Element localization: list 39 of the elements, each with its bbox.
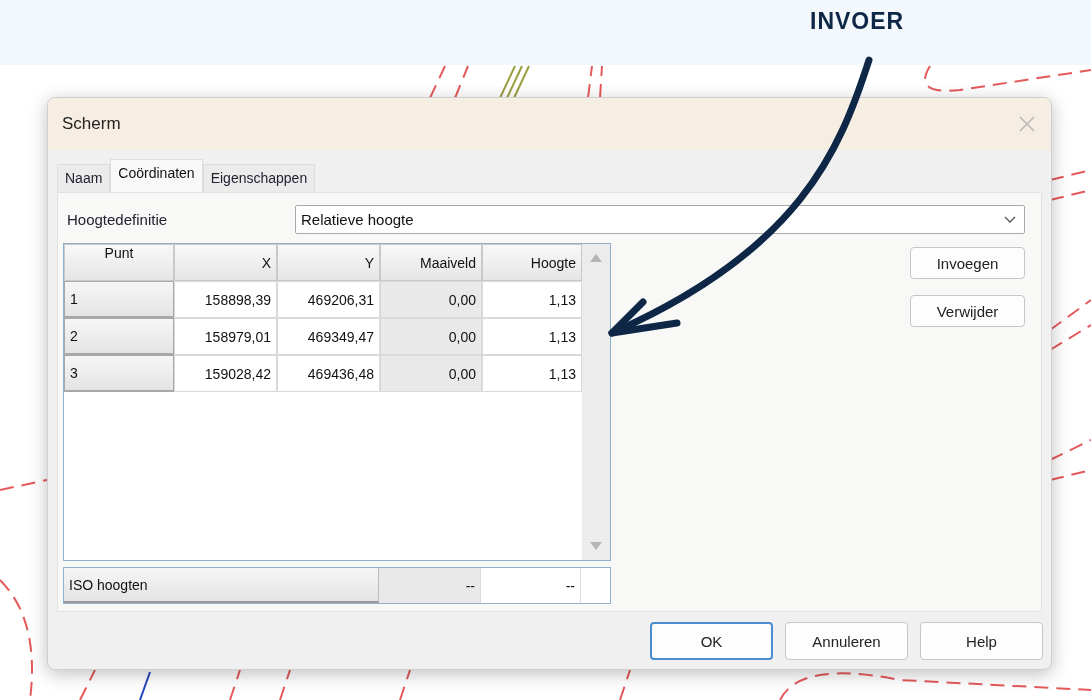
table-cell: 1,13 bbox=[482, 318, 582, 355]
side-button[interactable]: Verwijder bbox=[910, 295, 1025, 327]
dialog-button[interactable]: Help bbox=[920, 622, 1043, 660]
scrollbar[interactable] bbox=[582, 244, 610, 560]
dialog-button[interactable]: Annuleren bbox=[785, 622, 908, 660]
column-header[interactable]: X bbox=[174, 244, 277, 281]
table-cell: 0,00 bbox=[380, 281, 482, 318]
annotation-label: INVOER bbox=[810, 8, 905, 35]
chevron-down-icon bbox=[1004, 215, 1016, 224]
table-cell: 0,00 bbox=[380, 318, 482, 355]
side-button[interactable]: Invoegen bbox=[910, 247, 1025, 279]
table-cell: 158898,39 bbox=[174, 281, 277, 318]
scroll-down-icon[interactable] bbox=[590, 542, 602, 550]
table-cell: 1,13 bbox=[482, 355, 582, 392]
field-label: Hoogtedefinitie bbox=[66, 211, 168, 228]
tab[interactable]: Coördinaten bbox=[110, 159, 203, 192]
dialog-button[interactable]: OK bbox=[650, 622, 773, 660]
table-cell: 0,00 bbox=[380, 355, 482, 392]
tab[interactable]: Naam bbox=[57, 164, 111, 192]
column-header[interactable]: Hoogte bbox=[482, 244, 582, 281]
column-header[interactable]: Punt bbox=[64, 244, 174, 281]
window-title: Scherm bbox=[62, 114, 121, 134]
column-header[interactable]: Y bbox=[277, 244, 380, 281]
table-cell: 469436,48 bbox=[277, 355, 380, 392]
table-cell: 158979,01 bbox=[174, 318, 277, 355]
table-cell: -- bbox=[379, 568, 481, 603]
row-header[interactable]: 2 bbox=[64, 318, 174, 355]
row-header[interactable]: 3 bbox=[64, 355, 174, 392]
tab[interactable]: Eigenschappen bbox=[202, 164, 316, 192]
height-dropdown[interactable]: Relatieve hoogte bbox=[295, 205, 1025, 234]
table-cell: 469349,47 bbox=[277, 318, 380, 355]
table-cell: 469206,31 bbox=[277, 281, 380, 318]
scroll-up-icon[interactable] bbox=[590, 254, 602, 262]
table-cell: 1,13 bbox=[482, 281, 582, 318]
column-header[interactable]: Maaiveld bbox=[380, 244, 482, 281]
table-cell: 159028,42 bbox=[174, 355, 277, 392]
row-header: ISO hoogten bbox=[64, 568, 379, 603]
close-icon[interactable] bbox=[1019, 116, 1035, 132]
row-header[interactable]: 1 bbox=[64, 281, 174, 318]
